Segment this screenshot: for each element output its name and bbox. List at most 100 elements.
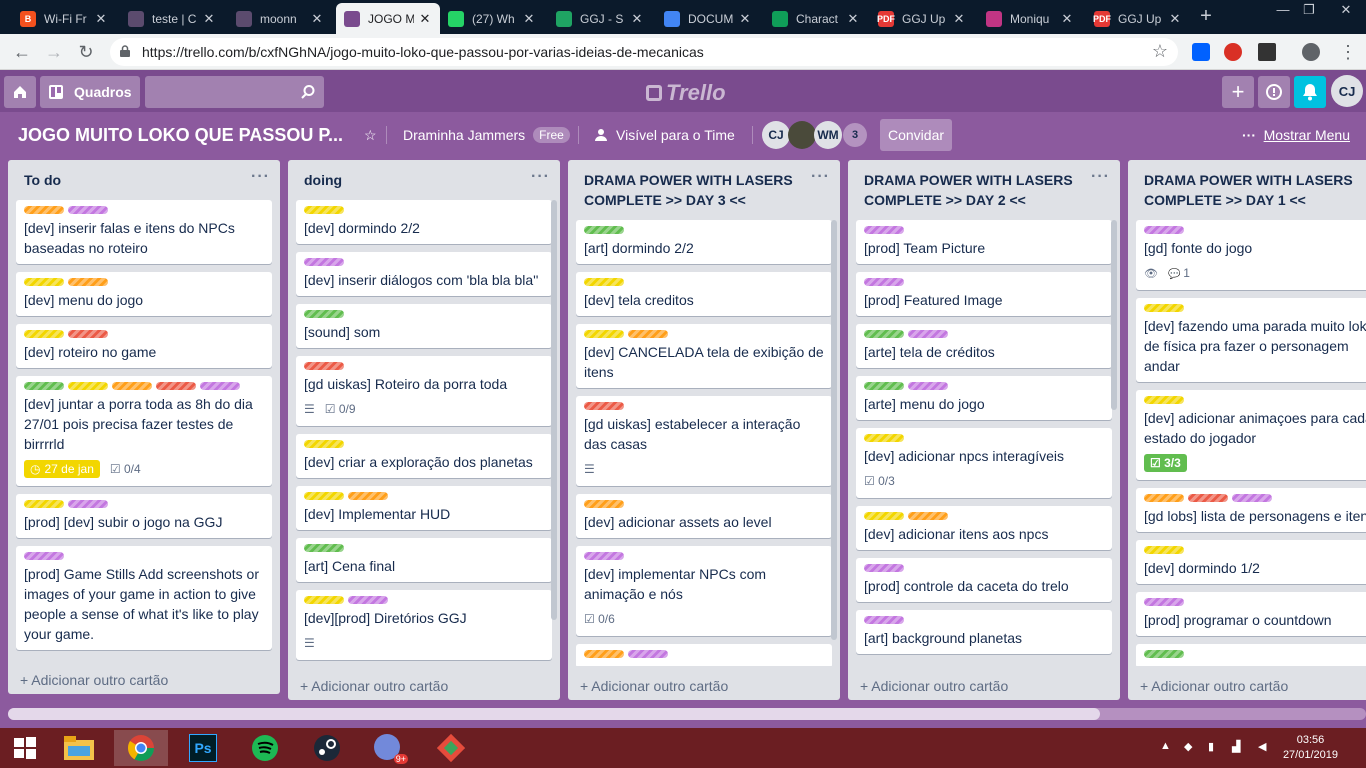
card[interactable]: [dev] adicionar animaçoes para cada esta… xyxy=(1136,390,1366,480)
browser-tab[interactable]: teste | C ✕ xyxy=(120,3,224,34)
card[interactable]: [prod] Team Picture xyxy=(856,220,1112,264)
tab-close-icon[interactable]: ✕ xyxy=(1168,11,1182,27)
browser-tab[interactable]: Moniqu ✕ xyxy=(978,3,1082,34)
tab-close-icon[interactable]: ✕ xyxy=(846,11,860,27)
list-title[interactable]: DRAMA POWER WITH LASERS COMPLETE >> DAY … xyxy=(568,160,840,210)
card[interactable]: [art] background planetas xyxy=(856,610,1112,654)
show-menu-link[interactable]: Mostrar Menu xyxy=(1264,127,1350,143)
team-button[interactable]: Draminha Jammers Free xyxy=(403,127,570,143)
member-avatar[interactable]: WM xyxy=(814,121,842,149)
card[interactable]: [dev] implementar NPCs com animação e nó… xyxy=(576,546,832,636)
spotify-icon[interactable] xyxy=(238,730,292,766)
member-avatar-photo[interactable] xyxy=(788,121,816,149)
card[interactable]: [prod] programar o countdown xyxy=(1136,592,1366,636)
card[interactable]: [dev] juntar a porra toda as 8h do dia 2… xyxy=(16,376,272,486)
card[interactable]: [art] dormindo 2/2 xyxy=(576,220,832,264)
list-scrollbar[interactable] xyxy=(1111,220,1117,410)
card[interactable]: [gd lobs] lista de personagens e itens xyxy=(1136,488,1366,532)
tray-dropbox-icon[interactable]: ◆ xyxy=(1184,740,1192,753)
list-menu-icon[interactable]: ··· xyxy=(251,168,270,186)
list-title[interactable]: DRAMA POWER WITH LASERS COMPLETE >> DAY … xyxy=(1128,160,1366,210)
card[interactable]: [prod] Featured Image xyxy=(856,272,1112,316)
card[interactable]: [dev] Implementar HUD xyxy=(296,486,552,530)
card[interactable]: [gd uiskas] estabelecer a interação das … xyxy=(576,396,832,486)
extension-icon[interactable] xyxy=(1224,43,1242,61)
star-board-button[interactable]: ☆ xyxy=(364,127,377,144)
invite-button[interactable]: Convidar xyxy=(880,119,952,151)
card[interactable]: [prod] Game Stills Add screenshots or im… xyxy=(16,546,272,650)
tray-chevron-icon[interactable]: ▲ xyxy=(1160,740,1171,752)
browser-tab[interactable]: (27) Wh ✕ xyxy=(440,3,544,34)
card[interactable]: [dev] adicionar assets ao level xyxy=(576,494,832,538)
card[interactable]: [dev] dormindo 2/2 xyxy=(296,200,552,244)
tab-close-icon[interactable]: ✕ xyxy=(1060,11,1074,27)
member-count[interactable]: 3 xyxy=(843,123,867,147)
list-menu-icon[interactable]: ··· xyxy=(811,168,830,186)
card[interactable]: [dev] dormindo 1/2 xyxy=(1136,540,1366,584)
tray-volume-icon[interactable]: ◀ xyxy=(1258,740,1266,753)
due-date-badge[interactable]: ◷ 27 de jan xyxy=(24,460,100,478)
card[interactable]: [dev] roteiro no game xyxy=(16,324,272,368)
card[interactable]: [dev] inserir diálogos com 'bla bla bla'… xyxy=(296,252,552,296)
board-horizontal-scrollbar[interactable] xyxy=(8,708,1366,720)
card[interactable]: [dev] adicionar npcs interagíveis ☑ 0/3 xyxy=(856,428,1112,498)
card[interactable]: [dev] menu do jogo xyxy=(16,272,272,316)
file-explorer-icon[interactable] xyxy=(52,730,106,766)
create-button[interactable]: + xyxy=(1222,76,1254,108)
list-title[interactable]: DRAMA POWER WITH LASERS COMPLETE >> DAY … xyxy=(848,160,1120,210)
tray-network-icon[interactable]: ▟ xyxy=(1232,740,1240,753)
visibility-button[interactable]: Visível para o Time xyxy=(594,127,735,143)
photoshop-icon[interactable]: Ps xyxy=(176,730,230,766)
bookmark-star-icon[interactable]: ☆ xyxy=(1152,41,1168,62)
user-avatar[interactable]: CJ xyxy=(1331,75,1363,107)
card[interactable]: [arte] tela de créditos xyxy=(856,324,1112,368)
add-card-button[interactable]: + Adicionar outro cartão xyxy=(580,678,728,694)
list-menu-icon[interactable]: ··· xyxy=(1091,168,1110,186)
minimize-icon[interactable]: — xyxy=(1270,0,1296,22)
more-icon[interactable]: ··· xyxy=(1242,127,1256,143)
list-title[interactable]: To do xyxy=(8,160,280,190)
scrollbar-thumb[interactable] xyxy=(8,708,1100,720)
game-app-icon[interactable] xyxy=(424,730,478,766)
new-tab-button[interactable]: + xyxy=(1196,6,1216,26)
tab-close-icon[interactable]: ✕ xyxy=(310,11,324,27)
add-card-button[interactable]: + Adicionar outro cartão xyxy=(1140,678,1288,694)
card[interactable]: [sound] som xyxy=(296,304,552,348)
card[interactable]: [dev] criar a exploração dos planetas xyxy=(296,434,552,478)
add-card-button[interactable]: + Adicionar outro cartão xyxy=(860,678,1008,694)
tab-close-icon[interactable]: ✕ xyxy=(738,11,752,27)
browser-tab[interactable]: B Wi-Fi Fr ✕ xyxy=(12,3,116,34)
chrome-taskbar-icon[interactable] xyxy=(114,730,168,766)
tab-close-icon[interactable]: ✕ xyxy=(418,11,432,27)
tray-battery-icon[interactable]: ▮ xyxy=(1208,740,1214,753)
browser-tab[interactable]: PDF GGJ Up ✕ xyxy=(1086,3,1190,34)
card[interactable]: [dev] fazendo uma parada muito loka de f… xyxy=(1136,298,1366,382)
list-menu-icon[interactable]: ··· xyxy=(531,168,550,186)
list-title[interactable]: doing xyxy=(288,160,560,190)
url-input[interactable]: https://trello.com/b/cxfNGhNA/jogo-muito… xyxy=(110,38,1178,66)
search-input[interactable] xyxy=(145,76,324,108)
card[interactable]: [gd] fonte do jogo 👁 💬 1 xyxy=(1136,220,1366,290)
list-scrollbar[interactable] xyxy=(831,220,837,640)
discord-icon[interactable]: 9+ xyxy=(362,730,416,766)
boards-button[interactable]: Quadros xyxy=(40,76,140,108)
add-card-button[interactable]: + Adicionar outro cartão xyxy=(20,672,168,688)
board-title[interactable]: JOGO MUITO LOKO QUE PASSOU P... xyxy=(18,125,343,146)
trello-logo[interactable]: Trello xyxy=(646,80,726,106)
reload-icon[interactable]: ↻ xyxy=(74,40,98,64)
restore-icon[interactable]: ❐ xyxy=(1296,0,1322,22)
back-icon[interactable]: ← xyxy=(10,40,34,64)
notifications-button[interactable] xyxy=(1294,76,1326,108)
info-button[interactable] xyxy=(1258,76,1290,108)
tab-close-icon[interactable]: ✕ xyxy=(522,11,536,27)
card[interactable]: [prod] [dev] subir o jogo na GGJ xyxy=(16,494,272,538)
card[interactable]: [gd uiskas] Roteiro da porra toda ☰ ☑ 0/9 xyxy=(296,356,552,426)
card[interactable]: [dev] CANCELADA tela de exibição de iten… xyxy=(576,324,832,388)
tab-close-icon[interactable]: ✕ xyxy=(202,11,216,27)
browser-tab[interactable]: GGJ - S ✕ xyxy=(548,3,652,34)
card[interactable]: [dev][prod] Diretórios GGJ ☰ xyxy=(296,590,552,660)
browser-tab[interactable]: moonn ✕ xyxy=(228,3,332,34)
member-avatar[interactable]: CJ xyxy=(762,121,790,149)
close-window-icon[interactable]: ✕ xyxy=(1326,0,1366,22)
taskbar-clock[interactable]: 03:56 27/01/2019 xyxy=(1283,733,1338,763)
